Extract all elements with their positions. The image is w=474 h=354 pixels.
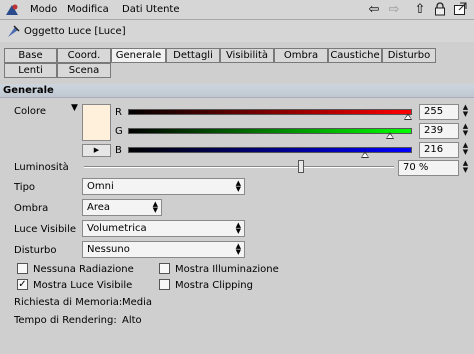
color-swatch[interactable]: [82, 104, 111, 141]
channel-g-thumb[interactable]: [386, 132, 395, 139]
tab-generale[interactable]: Generale: [111, 48, 166, 63]
channel-g-stepper-icon[interactable]: ▲ ▼: [460, 123, 471, 139]
ombra-value: Area: [87, 202, 111, 213]
nessuna-radiazione-label: Nessuna Radiazione: [33, 264, 134, 275]
lock-icon[interactable]: [432, 2, 448, 18]
up-arrow-icon[interactable]: ⇧: [412, 2, 428, 18]
disturbo-value: Nessuno: [87, 244, 130, 255]
channel-b-label: B: [115, 145, 122, 156]
channel-b-thumb[interactable]: [361, 151, 370, 158]
rendering-value: Alto: [122, 315, 142, 326]
new-window-icon[interactable]: [452, 2, 468, 18]
mostra-luce-visibile-checkbox[interactable]: ✓: [17, 279, 28, 290]
tipo-dropdown[interactable]: Omni ▲ ▼: [82, 178, 245, 195]
luce-visibile-value: Volumetrica: [87, 223, 147, 234]
disturbo-dropdown[interactable]: Nessuno ▲ ▼: [82, 241, 245, 258]
luminosity-value[interactable]: 70 %: [398, 160, 459, 176]
tipo-value: Omni: [87, 181, 114, 192]
light-object-icon: [5, 23, 21, 39]
channel-g-slider[interactable]: [128, 128, 412, 134]
luminosity-thumb[interactable]: [298, 160, 304, 173]
channel-r-value[interactable]: 255: [419, 104, 459, 120]
ombra-dropdown[interactable]: Area ▲ ▼: [82, 199, 162, 216]
dropdown-arrow-icon: ▲ ▼: [235, 221, 241, 235]
dropdown-arrow-icon: ▲ ▼: [235, 242, 241, 256]
tab-coord[interactable]: Coord.: [57, 48, 111, 63]
menu-dati-utente[interactable]: Dati Utente: [122, 4, 180, 15]
mostra-clipping-label: Mostra Clipping: [175, 280, 253, 291]
dropdown-arrow-icon: ▲ ▼: [235, 179, 241, 193]
mostra-illuminazione-label: Mostra Illuminazione: [175, 264, 279, 275]
channel-r-thumb[interactable]: [404, 113, 412, 120]
memoria-value: Media: [122, 297, 153, 308]
color-label: Colore: [14, 106, 47, 117]
tab-visibilita[interactable]: Visibilità: [220, 48, 274, 63]
luminosity-stepper-icon[interactable]: ▲ ▼: [460, 160, 471, 176]
tab-disturbo[interactable]: Disturbo: [382, 48, 436, 63]
tab-base[interactable]: Base: [4, 48, 57, 63]
dropdown-arrow-icon: ▲ ▼: [152, 200, 158, 214]
channel-g-value[interactable]: 239: [419, 123, 459, 139]
color-menu-arrow-icon[interactable]: ▼: [71, 103, 78, 113]
mostra-illuminazione-checkbox[interactable]: [159, 263, 170, 274]
mostra-clipping-checkbox[interactable]: [159, 279, 170, 290]
tab-dettagli[interactable]: Dettagli: [166, 48, 220, 63]
luminosity-label: Luminosità: [14, 162, 69, 173]
app-icon[interactable]: [4, 2, 20, 18]
rendering-label: Tempo di Rendering:: [14, 315, 117, 326]
channel-b-slider[interactable]: [128, 147, 412, 153]
mostra-luce-visibile-label: Mostra Luce Visibile: [33, 280, 133, 291]
channel-b-stepper-icon[interactable]: ▲ ▼: [460, 142, 471, 158]
color-expand-button[interactable]: ▶: [82, 144, 111, 157]
channel-r-slider[interactable]: [128, 109, 412, 115]
forward-arrow-icon[interactable]: ⇨: [386, 2, 402, 18]
object-title: Oggetto Luce [Luce]: [24, 26, 126, 37]
channel-b-value[interactable]: 216: [419, 142, 459, 158]
channel-r-label: R: [115, 107, 122, 118]
disturbo-label: Disturbo: [14, 245, 57, 256]
object-header: Oggetto Luce [Luce]: [0, 20, 474, 42]
back-arrow-icon[interactable]: ⇦: [366, 2, 382, 18]
ombra-label: Ombra: [14, 203, 49, 214]
luce-visibile-label: Luce Visibile: [14, 224, 77, 235]
section-header: Generale: [0, 84, 474, 98]
tab-caustiche[interactable]: Caustiche: [328, 48, 382, 63]
memoria-label: Richiesta di Memoria:: [14, 297, 123, 308]
luce-visibile-dropdown[interactable]: Volumetrica ▲ ▼: [82, 220, 245, 237]
tab-scena[interactable]: Scena: [57, 63, 111, 78]
channel-g-label: G: [115, 126, 123, 137]
tab-ombra[interactable]: Ombra: [274, 48, 328, 63]
tipo-label: Tipo: [14, 182, 36, 193]
luminosity-slider[interactable]: [84, 166, 394, 168]
menu-bar: Modo Modifica Dati Utente ⇦ ⇨ ⇧: [0, 0, 474, 20]
tab-lenti[interactable]: Lenti: [4, 63, 57, 78]
menu-modo[interactable]: Modo: [30, 4, 57, 15]
menu-modifica[interactable]: Modifica: [67, 4, 109, 15]
nessuna-radiazione-checkbox[interactable]: [17, 263, 28, 274]
channel-r-stepper-icon[interactable]: ▲ ▼: [460, 104, 471, 120]
